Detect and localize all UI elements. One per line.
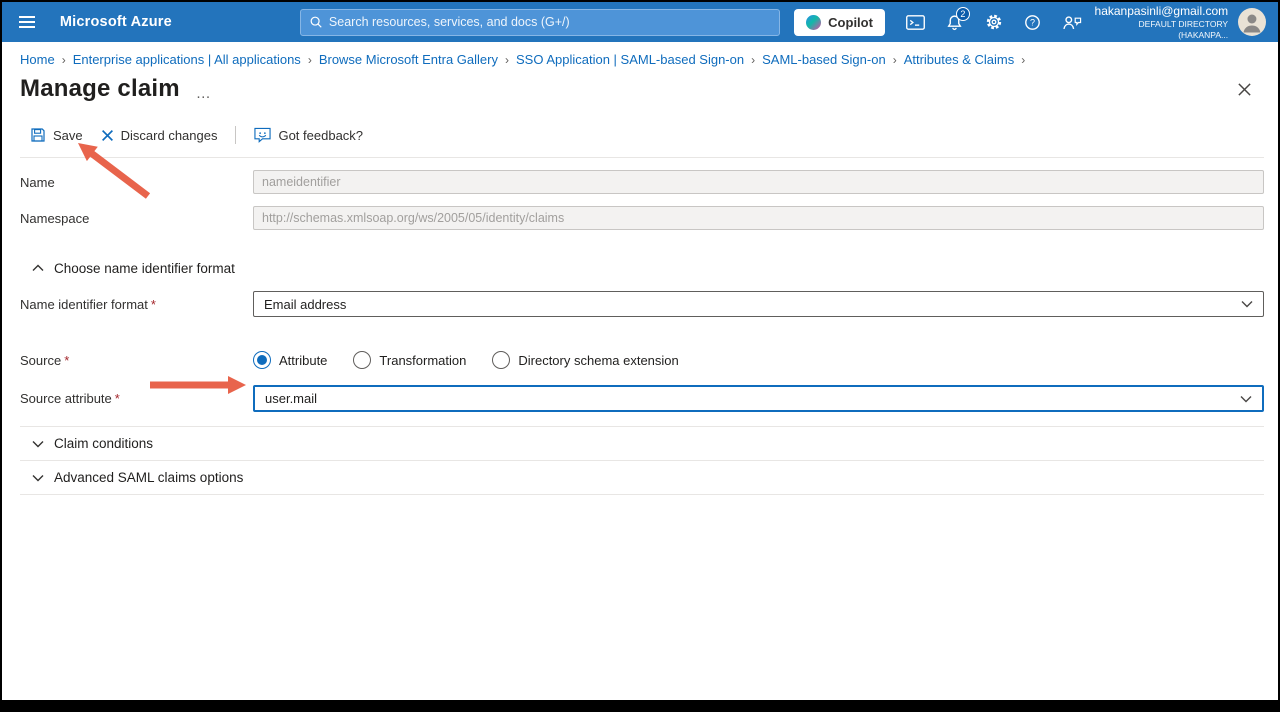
source-attribute-label: Source attribute * [20, 391, 120, 406]
got-feedback-button[interactable]: Got feedback? [246, 123, 371, 147]
save-button[interactable]: Save [22, 123, 91, 147]
help-button[interactable]: ? [1018, 7, 1048, 37]
feedback-bubble-icon [254, 127, 272, 143]
breadcrumb-item-enterprise-applications[interactable]: Enterprise applications | All applicatio… [73, 52, 301, 67]
top-bar: Microsoft Azure Copilot 2 ? [2, 2, 1278, 42]
title-row: Manage claim … [2, 67, 1278, 103]
radio-unselected-icon [492, 351, 511, 369]
required-asterisk: * [64, 352, 70, 368]
name-identifier-format-row: Name identifier format * Email address [20, 291, 1264, 317]
save-icon [30, 127, 46, 143]
source-radio-group: Attribute Transformation Directory schem… [253, 351, 1264, 369]
breadcrumb-separator: › [1021, 52, 1026, 67]
radio-label: Directory schema extension [518, 352, 679, 368]
save-label: Save [53, 127, 83, 143]
breadcrumb-separator: › [307, 52, 312, 67]
copilot-button[interactable]: Copilot [794, 8, 885, 36]
search-icon [309, 15, 323, 29]
advanced-section-title: Advanced SAML claims options [54, 470, 244, 485]
global-search[interactable] [299, 8, 781, 36]
manage-claim-form: Name Namespace Choose name identifier fo… [2, 170, 1278, 495]
command-bar: Save Discard changes Got feedback? [20, 123, 1264, 158]
cloud-shell-button[interactable] [901, 7, 931, 37]
account-email: hakanpasinli@gmail.com [1094, 3, 1229, 18]
feedback-button[interactable] [1057, 7, 1087, 37]
breadcrumb-item-entra-gallery[interactable]: Browse Microsoft Entra Gallery [319, 52, 498, 67]
toolbar-divider [235, 126, 237, 144]
radio-option-attribute[interactable]: Attribute [253, 351, 327, 369]
account-info[interactable]: hakanpasinli@gmail.com DEFAULT DIRECTORY… [1087, 3, 1229, 40]
breadcrumb-item-saml-sign-on[interactable]: SAML-based Sign-on [762, 52, 886, 67]
settings-button[interactable] [979, 7, 1009, 37]
namespace-row: Namespace [20, 206, 1264, 230]
copilot-label: Copilot [828, 14, 873, 30]
chevron-down-icon [1240, 395, 1252, 403]
search-input[interactable] [328, 15, 772, 29]
advanced-saml-options-section-toggle[interactable]: Advanced SAML claims options [20, 461, 1264, 495]
close-icon[interactable] [1237, 82, 1252, 97]
namespace-input [253, 206, 1264, 230]
breadcrumb-item-sso-application[interactable]: SSO Application | SAML-based Sign-on [516, 52, 744, 67]
discard-x-icon [101, 129, 114, 142]
required-asterisk: * [150, 296, 156, 312]
notification-badge: 2 [955, 7, 970, 21]
identifier-format-section-toggle[interactable]: Choose name identifier format [20, 258, 1264, 278]
breadcrumb-item-home[interactable]: Home [20, 52, 55, 67]
chevron-down-icon [1241, 300, 1253, 308]
breadcrumb-separator: › [892, 52, 897, 67]
breadcrumb-separator: › [61, 52, 66, 67]
discard-label: Discard changes [120, 127, 218, 143]
name-input [253, 170, 1264, 194]
hamburger-menu-icon[interactable] [12, 7, 42, 37]
page-title: Manage claim [20, 75, 180, 102]
svg-text:?: ? [1030, 17, 1035, 27]
chevron-down-icon [32, 440, 44, 448]
claim-conditions-title: Claim conditions [54, 436, 154, 451]
radio-label: Transformation [379, 352, 467, 368]
account-directory: DEFAULT DIRECTORY (HAKANPA... [1138, 18, 1229, 40]
source-attribute-dropdown[interactable]: user.mail [253, 385, 1264, 412]
top-bar-icons: 2 ? [901, 7, 1087, 37]
feedback-label: Got feedback? [278, 127, 364, 143]
help-icon: ? [1025, 14, 1041, 30]
chevron-up-icon [32, 264, 44, 272]
claim-conditions-section-toggle[interactable]: Claim conditions [20, 427, 1264, 461]
azure-portal-window: Microsoft Azure Copilot 2 ? [2, 2, 1278, 700]
notifications-button[interactable]: 2 [940, 7, 970, 37]
source-attribute-row: Source attribute * user.mail [20, 385, 1264, 412]
format-label: Name identifier format * [20, 296, 156, 312]
breadcrumb-item-attributes-claims[interactable]: Attributes & Claims [904, 52, 1015, 67]
identifier-section-title: Choose name identifier format [54, 260, 235, 276]
brand-title[interactable]: Microsoft Azure [60, 14, 172, 30]
radio-option-transformation[interactable]: Transformation [353, 351, 466, 369]
radio-unselected-icon [353, 351, 372, 369]
breadcrumb-separator: › [504, 52, 509, 67]
radio-option-directory-schema-extension[interactable]: Directory schema extension [492, 351, 679, 369]
cloud-shell-icon [906, 14, 926, 30]
format-selected-value: Email address [264, 296, 347, 312]
discard-changes-button[interactable]: Discard changes [93, 124, 226, 147]
name-identifier-format-dropdown[interactable]: Email address [253, 291, 1264, 317]
chevron-down-icon [32, 474, 44, 482]
required-asterisk: * [114, 391, 120, 406]
namespace-label: Namespace [20, 210, 90, 226]
overflow-menu-button[interactable]: … [196, 77, 212, 102]
breadcrumb: Home › Enterprise applications | All app… [2, 42, 1278, 67]
radio-label: Attribute [279, 352, 328, 368]
gear-icon [986, 14, 1002, 30]
source-row: Source * Attribute Transformation Directo… [20, 351, 1264, 369]
name-row: Name [20, 170, 1264, 194]
feedback-person-icon [1063, 15, 1082, 29]
source-attribute-selected-value: user.mail [265, 391, 318, 406]
radio-selected-icon [253, 351, 271, 369]
person-icon [1243, 14, 1261, 33]
name-label: Name [20, 174, 55, 190]
copilot-icon [806, 14, 822, 30]
source-label: Source * [20, 352, 70, 368]
avatar[interactable] [1238, 8, 1266, 36]
breadcrumb-separator: › [751, 52, 756, 67]
